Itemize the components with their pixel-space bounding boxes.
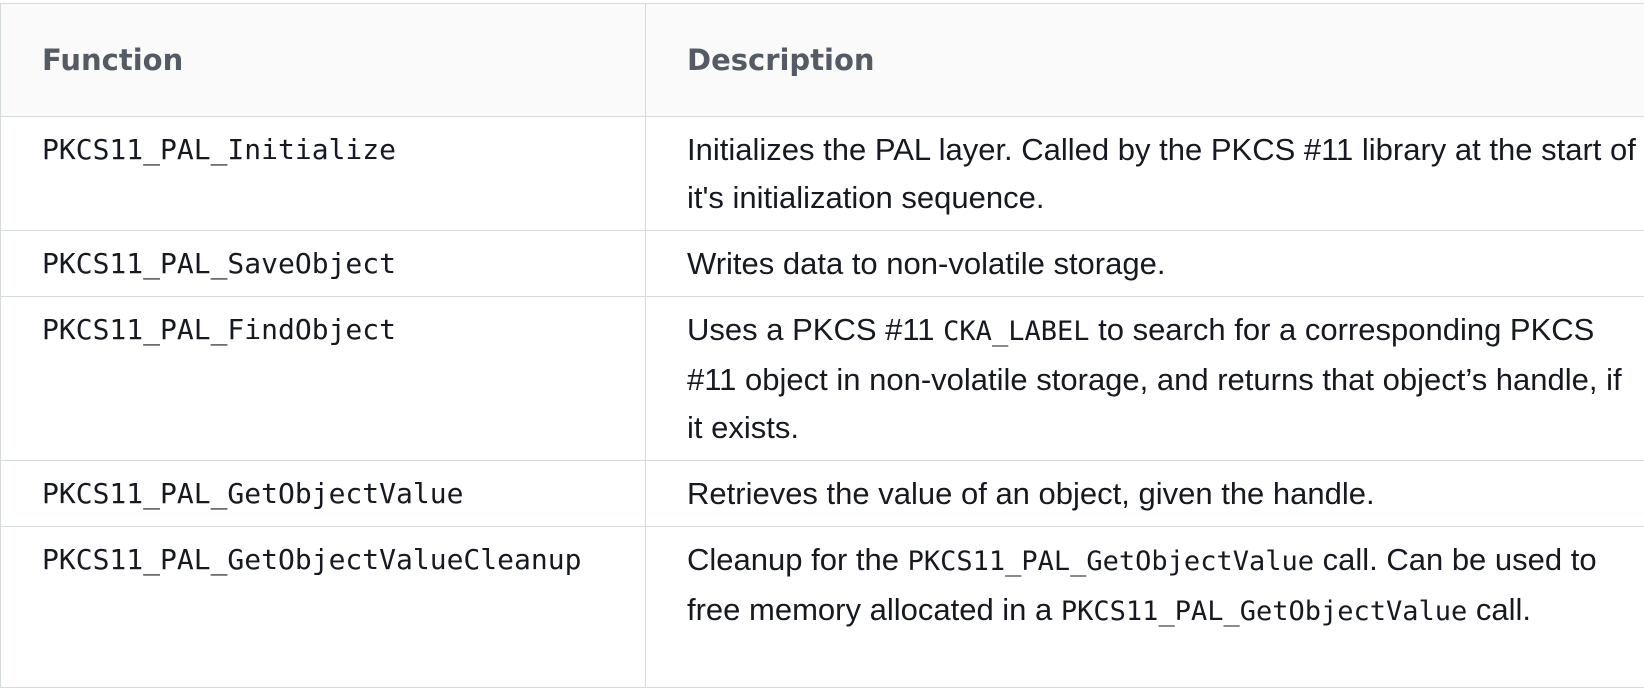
description-text-part: Initializes the PAL layer. Called by the… [687, 132, 1636, 215]
description-cell: Cleanup for the PKCS11_PAL_GetObjectValu… [645, 526, 1644, 688]
function-cell: PKCS11_PAL_Initialize [0, 116, 646, 231]
function-cell: PKCS11_PAL_SaveObject [0, 230, 646, 297]
description-cell: Retrieves the value of an object, given … [645, 460, 1644, 527]
function-name: PKCS11_PAL_GetObjectValue [42, 477, 464, 510]
column-header-function: Function [0, 3, 646, 117]
table-row: PKCS11_PAL_GetObjectValueCleanup Cleanup… [0, 526, 1644, 688]
function-name: PKCS11_PAL_Initialize [42, 133, 397, 166]
description-text-part: Retrieves the value of an object, given … [687, 476, 1375, 511]
inline-code: PKCS11_PAL_GetObjectValue [907, 546, 1314, 577]
inline-code: PKCS11_PAL_GetObjectValue [1060, 596, 1468, 627]
function-cell: PKCS11_PAL_FindObject [0, 296, 646, 461]
description-text: Retrieves the value of an object, given … [646, 461, 1644, 526]
description-text: Cleanup for the PKCS11_PAL_GetObjectValu… [646, 527, 1644, 644]
table-header-row: Function Description [0, 3, 1644, 117]
table-row: PKCS11_PAL_Initialize Initializes the PA… [0, 116, 1644, 231]
description-text: Initializes the PAL layer. Called by the… [646, 117, 1644, 230]
description-text-part: Writes data to non-volatile storage. [687, 246, 1166, 281]
description-text: Uses a PKCS #11 CKA_LABEL to search for … [646, 297, 1644, 460]
description-text-part: call. [1467, 592, 1532, 627]
description-text-part: Cleanup for the [687, 542, 908, 577]
function-cell: PKCS11_PAL_GetObjectValueCleanup [0, 526, 646, 688]
function-name: PKCS11_PAL_SaveObject [42, 247, 397, 280]
description-cell: Uses a PKCS #11 CKA_LABEL to search for … [645, 296, 1644, 461]
function-name: PKCS11_PAL_FindObject [42, 313, 397, 346]
description-cell: Initializes the PAL layer. Called by the… [645, 116, 1644, 231]
function-name: PKCS11_PAL_GetObjectValueCleanup [42, 543, 582, 576]
pal-functions-table: Function Description PKCS11_PAL_Initiali… [0, 3, 1644, 688]
table-row: PKCS11_PAL_GetObjectValue Retrieves the … [0, 460, 1644, 527]
table-row: PKCS11_PAL_FindObject Uses a PKCS #11 CK… [0, 296, 1644, 461]
description-text: Writes data to non-volatile storage. [646, 231, 1644, 296]
column-header-description: Description [645, 3, 1644, 117]
inline-code: CKA_LABEL [943, 316, 1090, 347]
table-row: PKCS11_PAL_SaveObject Writes data to non… [0, 230, 1644, 297]
function-cell: PKCS11_PAL_GetObjectValue [0, 460, 646, 527]
description-text-part: Uses a PKCS #11 [687, 312, 944, 347]
description-cell: Writes data to non-volatile storage. [645, 230, 1644, 297]
